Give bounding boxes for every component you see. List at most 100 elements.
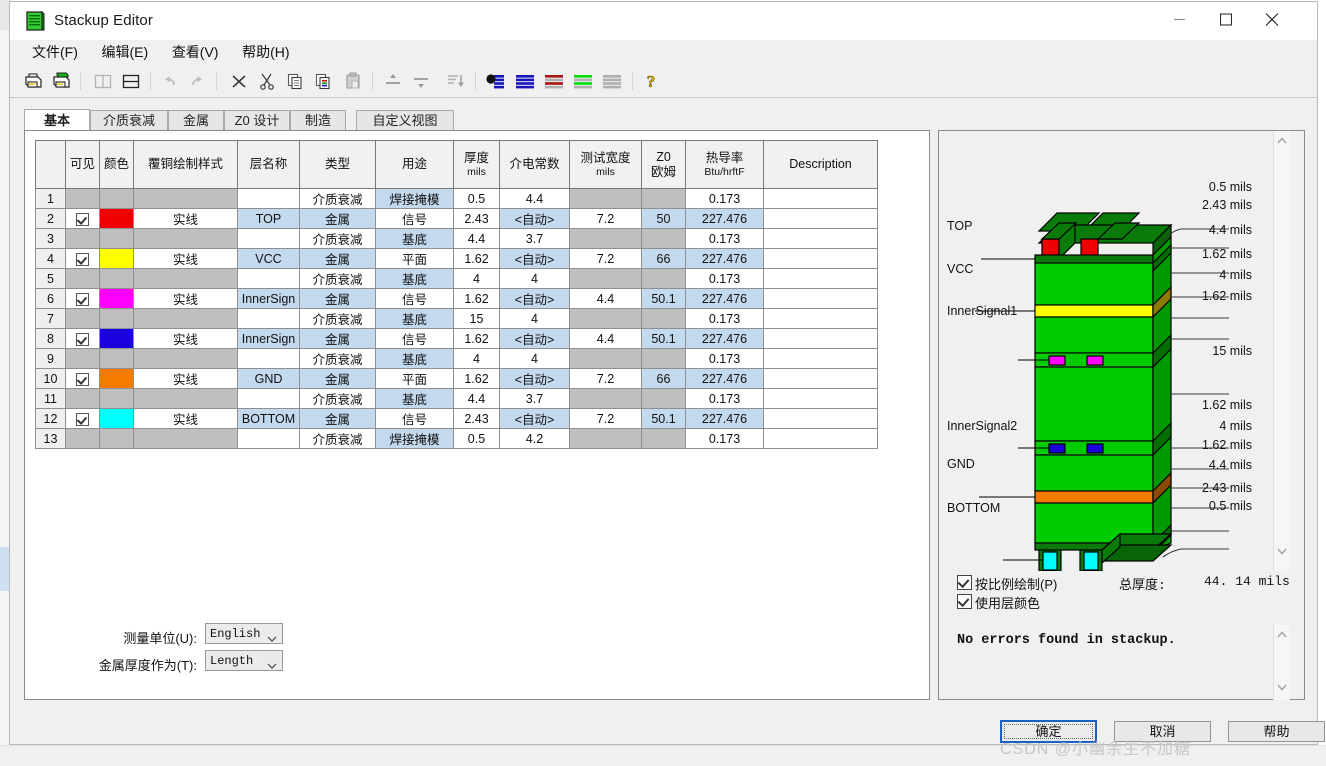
table-row[interactable]: 10 实线 GND 金属 平面 1.62 <自动> 7.2 66 227.476: [35, 368, 878, 389]
col-header-usage[interactable]: 用途: [375, 140, 454, 189]
color-swatch[interactable]: [100, 289, 133, 308]
table-row[interactable]: 11 介质衰减 基底 4.4 3.7 0.173: [35, 388, 878, 409]
visible-checkbox[interactable]: [76, 332, 89, 346]
dielectric-cell-6[interactable]: <自动>: [499, 288, 570, 309]
type-cell-10[interactable]: 金属: [299, 368, 376, 389]
description-cell-6[interactable]: [763, 288, 878, 309]
row-index-5[interactable]: 5: [35, 268, 66, 289]
color-cell-9[interactable]: [99, 348, 134, 369]
usage-cell-9[interactable]: 基底: [375, 348, 454, 369]
thermal-cell-7[interactable]: 0.173: [685, 308, 764, 329]
visible-cell-9[interactable]: [65, 348, 100, 369]
fill-style-cell-1[interactable]: [133, 188, 238, 209]
fill-style-cell-8[interactable]: 实线: [133, 328, 238, 349]
status-scrollbar[interactable]: [1273, 625, 1290, 700]
thickness-cell-11[interactable]: 4.4: [453, 388, 500, 409]
layer-name-cell-1[interactable]: [237, 188, 300, 209]
fill-style-cell-6[interactable]: 实线: [133, 288, 238, 309]
visible-cell-1[interactable]: [65, 188, 100, 209]
fill-style-cell-12[interactable]: 实线: [133, 408, 238, 429]
description-cell-8[interactable]: [763, 328, 878, 349]
visible-cell-8[interactable]: [65, 328, 100, 349]
test-width-cell-11[interactable]: [569, 388, 642, 409]
thermal-cell-1[interactable]: 0.173: [685, 188, 764, 209]
color-cell-8[interactable]: [99, 328, 134, 349]
fill-style-cell-5[interactable]: [133, 268, 238, 289]
insert-below-icon[interactable]: [410, 70, 432, 92]
z0-cell-7[interactable]: [641, 308, 686, 329]
row-index-9[interactable]: 9: [35, 348, 66, 369]
row-index-13[interactable]: 13: [35, 428, 66, 449]
thermal-cell-2[interactable]: 227.476: [685, 208, 764, 229]
col-header-test-width[interactable]: 测试宽度 mils: [569, 140, 642, 189]
visible-cell-5[interactable]: [65, 268, 100, 289]
row-index-4[interactable]: 4: [35, 248, 66, 269]
layer-name-cell-8[interactable]: InnerSign: [237, 328, 300, 349]
type-cell-8[interactable]: 金属: [299, 328, 376, 349]
visible-checkbox[interactable]: [76, 292, 89, 306]
split-horizontal-icon[interactable]: [120, 70, 142, 92]
usage-cell-2[interactable]: 信号: [375, 208, 454, 229]
help-button[interactable]: 帮助: [1228, 721, 1325, 742]
row-index-8[interactable]: 8: [35, 328, 66, 349]
thickness-cell-9[interactable]: 4: [453, 348, 500, 369]
description-cell-5[interactable]: [763, 268, 878, 289]
color-swatch[interactable]: [100, 209, 133, 228]
test-width-cell-13[interactable]: [569, 428, 642, 449]
z0-cell-3[interactable]: [641, 228, 686, 249]
visible-checkbox[interactable]: [76, 412, 89, 426]
row-index-10[interactable]: 10: [35, 368, 66, 389]
color-swatch[interactable]: [100, 329, 133, 348]
layers-green-icon[interactable]: [572, 70, 594, 92]
color-cell-6[interactable]: [99, 288, 134, 309]
table-row[interactable]: 3 介质衰减 基底 4.4 3.7 0.173: [35, 228, 878, 249]
layer-name-cell-12[interactable]: BOTTOM: [237, 408, 300, 429]
table-row[interactable]: 12 实线 BOTTOM 金属 信号 2.43 <自动> 7.2 50.1 227.476: [35, 408, 878, 429]
thermal-cell-4[interactable]: 227.476: [685, 248, 764, 269]
col-header-type[interactable]: 类型: [299, 140, 376, 189]
scroll-down-icon[interactable]: [1274, 543, 1290, 560]
color-cell-5[interactable]: [99, 268, 134, 289]
unit-select[interactable]: English: [205, 623, 283, 644]
dielectric-cell-5[interactable]: 4: [499, 268, 570, 289]
tab-z0-design[interactable]: Z0 设计: [224, 110, 290, 130]
usage-cell-3[interactable]: 基底: [375, 228, 454, 249]
thermal-cell-13[interactable]: 0.173: [685, 428, 764, 449]
color-cell-13[interactable]: [99, 428, 134, 449]
description-cell-10[interactable]: [763, 368, 878, 389]
visible-cell-4[interactable]: [65, 248, 100, 269]
test-width-cell-2[interactable]: 7.2: [569, 208, 642, 229]
col-header-color[interactable]: 颜色: [99, 140, 134, 189]
z0-cell-10[interactable]: 66: [641, 368, 686, 389]
sort-icon[interactable]: [444, 70, 466, 92]
type-cell-2[interactable]: 金属: [299, 208, 376, 229]
layer-name-cell-4[interactable]: VCC: [237, 248, 300, 269]
layer-name-cell-5[interactable]: [237, 268, 300, 289]
thickness-cell-2[interactable]: 2.43: [453, 208, 500, 229]
row-index-7[interactable]: 7: [35, 308, 66, 329]
usage-cell-11[interactable]: 基底: [375, 388, 454, 409]
dielectric-cell-3[interactable]: 3.7: [499, 228, 570, 249]
layer-name-cell-10[interactable]: GND: [237, 368, 300, 389]
layer-name-cell-6[interactable]: InnerSign: [237, 288, 300, 309]
insert-above-icon[interactable]: [382, 70, 404, 92]
type-cell-1[interactable]: 介质衰减: [299, 188, 376, 209]
thickness-cell-5[interactable]: 4: [453, 268, 500, 289]
fill-style-cell-11[interactable]: [133, 388, 238, 409]
thickness-cell-4[interactable]: 1.62: [453, 248, 500, 269]
thickness-cell-6[interactable]: 1.62: [453, 288, 500, 309]
color-cell-7[interactable]: [99, 308, 134, 329]
dielectric-cell-1[interactable]: 4.4: [499, 188, 570, 209]
draw-to-scale-checkbox[interactable]: [957, 575, 972, 590]
color-cell-3[interactable]: [99, 228, 134, 249]
visible-cell-2[interactable]: [65, 208, 100, 229]
col-header-z0[interactable]: Z0 欧姆: [641, 140, 686, 189]
type-cell-13[interactable]: 介质衰减: [299, 428, 376, 449]
test-width-cell-10[interactable]: 7.2: [569, 368, 642, 389]
undo-icon[interactable]: [158, 70, 180, 92]
layer-name-cell-2[interactable]: TOP: [237, 208, 300, 229]
color-cell-12[interactable]: [99, 408, 134, 429]
test-width-cell-1[interactable]: [569, 188, 642, 209]
row-index-3[interactable]: 3: [35, 228, 66, 249]
tab-dielectric[interactable]: 介质衰减: [90, 110, 168, 130]
